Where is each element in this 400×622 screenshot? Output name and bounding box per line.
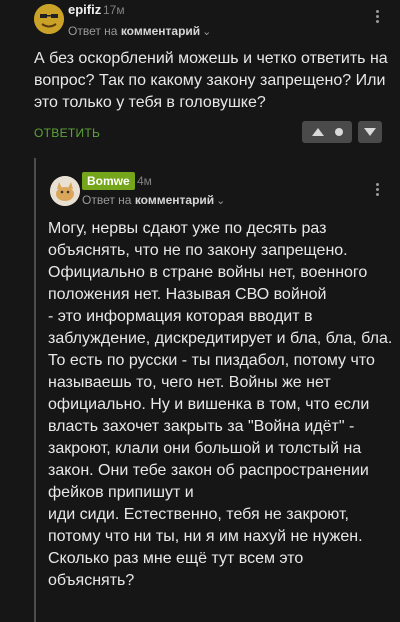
comment-text: А без оскорблений можешь и четко ответит… [34, 50, 388, 111]
reply-button[interactable]: ОТВЕТИТЬ [34, 126, 100, 140]
more-vertical-icon[interactable] [376, 183, 380, 196]
chevron-down-icon: ⌄ [216, 195, 226, 207]
vote-down-icon[interactable] [358, 121, 382, 143]
vote-up-icon[interactable] [312, 128, 324, 136]
reply-to-link[interactable]: Ответ на комментарий ⌄ [82, 193, 225, 207]
reply-to-link[interactable]: Ответ на комментарий ⌄ [68, 24, 211, 38]
vote-up-group[interactable] [302, 121, 352, 143]
avatar[interactable] [50, 176, 80, 206]
username[interactable]: epifiz [68, 2, 101, 17]
username[interactable]: Bomwe [82, 172, 135, 190]
thread-line[interactable] [34, 158, 36, 622]
avatar[interactable] [34, 4, 64, 34]
timestamp: 4м [137, 174, 152, 188]
timestamp: 17м [103, 3, 125, 17]
chevron-down-icon: ⌄ [202, 26, 212, 38]
more-vertical-icon[interactable] [376, 10, 380, 23]
vote-dot-icon [335, 128, 343, 136]
comment-text: Могу, нервы сдают уже по десять раз объя… [48, 220, 393, 589]
